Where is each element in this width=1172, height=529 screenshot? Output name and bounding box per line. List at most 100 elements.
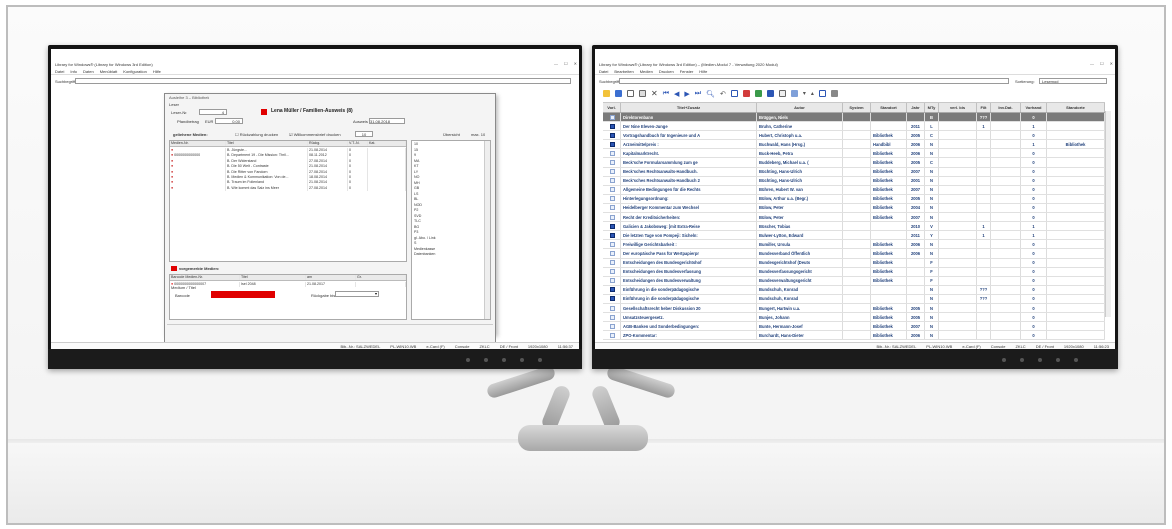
table-row[interactable]: Kapitalmarktrecht. Buck-Heeb, Petra Biblio… [603,149,1105,159]
overview-list[interactable]: 10 15 9 MA KT LY NO MH GB LS BL NOD P2 SVD TLC BG P3 gl. … [411,140,491,320]
right-menu-item[interactable]: Bearbeiten [614,69,633,74]
left-search-input[interactable] [75,78,571,84]
save-icon[interactable] [730,90,738,97]
return-date-select[interactable]: ▾ [335,291,379,297]
table-row[interactable]: AGB-Banken und Sonderbedingungen: Bunte, … [603,322,1105,332]
table-row[interactable]: Heidelberger Kommentar zum Wechsel Bülow,… [603,203,1105,214]
chart-icon[interactable] [742,90,750,97]
right-menu-item[interactable]: Drucken [659,69,674,74]
delete-icon[interactable]: ✕ [651,89,658,98]
table-row[interactable]: Hinterlegungsordnung: Bülow, Arthur u.a. … [603,194,1105,204]
column-header[interactable]: Inv.Dat. [991,103,1021,112]
book-icon[interactable] [615,90,622,97]
table-row[interactable]: Umsatzsteuergesetz. Bunjes, Johann Bibliot… [603,313,1105,323]
last-record-icon[interactable]: ⏭ [695,90,701,98]
table-row[interactable]: Einführung in die sonderpädagogische Bund… [603,294,1105,304]
column-header[interactable]: Medien-Nr. [170,141,226,147]
right-search-input[interactable] [619,78,1009,84]
column-header[interactable]: Autor [757,103,843,112]
previous-record-icon[interactable]: ◀ [674,90,679,98]
left-menu-item[interactable]: Hilfe [153,69,161,74]
new-icon[interactable] [627,90,634,97]
column-header[interactable]: Titel+Zusatz [621,103,757,112]
sort-icon[interactable]: ▴ [811,90,814,97]
right-window-controls[interactable]: — ☐ ✕ [1090,61,1113,66]
left-menu-item[interactable]: Konfiguration [123,69,147,74]
table-row[interactable]: Entscheidungen des Bundesverwaltung Bunde… [603,276,1105,286]
left-menu-item[interactable]: Datei [55,69,64,74]
column-header[interactable]: Titel [240,275,306,281]
table-row[interactable]: ● B. Wie kommt das Salz ins Meer 27.08.20… [170,185,406,192]
fee-input[interactable]: 0,00 [215,118,243,124]
column-header[interactable]: verl. bis [939,103,977,112]
column-header[interactable]: MTy [925,103,939,112]
card-input[interactable]: 31.08.2018 [369,118,405,124]
list-item[interactable]: Datenbanken [414,252,488,258]
column-header[interactable]: am [306,275,356,281]
table-row[interactable]: Direktorenbann Brüggen, Niels B??? 0 [603,113,1105,123]
column-header[interactable]: Titel [226,141,308,147]
count-input[interactable]: 10 [355,131,373,137]
undo-icon[interactable]: ↶ [720,90,726,98]
reader-no-input[interactable]: 4 [199,109,227,115]
left-menu-item[interactable]: Menüblatt [100,69,118,74]
sort-select[interactable]: Lesemod [1039,78,1107,84]
table-row[interactable]: Recht der Kreditsicherheiten: Bülow, Pete… [603,213,1105,223]
table-row[interactable]: Vortragshandbuch für Ingenieure und A Hub… [603,131,1105,141]
column-header[interactable]: Rückg. [308,141,348,147]
table-icon[interactable] [790,90,798,97]
right-menu-item[interactable]: Datei [599,69,608,74]
column-header[interactable]: Vorl. [603,103,621,112]
column-header[interactable]: System [843,103,871,112]
column-header[interactable]: Jahr [907,103,925,112]
right-menu-item[interactable]: Fenster [680,69,694,74]
search-icon[interactable]: 🔍︎ [706,90,715,98]
list-icon[interactable] [778,90,786,97]
right-menu-item[interactable]: Hilfe [699,69,707,74]
table-row[interactable]: Arzneimittelpreis : Buchwald, Hans (Hrsg.… [603,140,1105,150]
first-record-icon[interactable]: ⏮ [663,90,669,98]
table-row[interactable]: Einführung in die sonderpädagogische Bund… [603,285,1105,295]
table-row[interactable]: Entscheidungen des Bundesgerichtshof Bund… [603,258,1105,268]
tag-icon[interactable] [754,90,762,97]
calendar-icon[interactable] [818,90,826,97]
table-row[interactable]: Allgemeine Bedingungen für die Rechts Büh… [603,185,1105,195]
left-menubar[interactable]: Datei Info Daten Menüblatt Konfiguration… [51,69,579,75]
column-header[interactable]: Standorte [1047,103,1105,112]
table-row[interactable]: Entscheidungen des Bundesverfassung Bunde… [603,267,1105,277]
column-header[interactable]: V.T.-N. [348,141,368,147]
table-row[interactable]: Die letzten Tage von Pompeji: Sicheln: Bu… [603,231,1105,241]
print-icon[interactable] [830,90,838,97]
column-header[interactable]: Barcode Medien-Nr. [170,275,240,281]
left-window-controls[interactable]: — ☐ ✕ [554,61,577,66]
welcome-letter-checkbox[interactable]: ☑ Willkommensbrief drucken [289,132,341,137]
table-row[interactable]: Der europäische Pass für Wertpapierpr Bun… [603,249,1105,259]
receipt-checkbox[interactable]: ☐ Rückzahlung drucken [235,132,278,137]
table-row[interactable]: ZPO-Kommentar: Burchardt, Hans-Dieter Bibl… [603,331,1105,341]
next-record-icon[interactable]: ▶ [684,90,689,98]
table-row[interactable]: Beck'sches Rechtsanwalts-Handbuch. Büchti… [603,167,1105,177]
dropdown-icon[interactable]: ▾ [803,90,806,97]
table-row[interactable]: Galicien & Jakobsweg: [mit Extra-Reise Bü… [603,222,1105,232]
overview-scrollbar[interactable] [484,141,490,319]
table-row[interactable]: Freiwillige Gerichtsbarkeit : Bumiller, U… [603,240,1105,250]
folder-icon[interactable] [603,90,610,97]
column-header[interactable]: Filt [977,103,991,112]
copy-icon[interactable] [639,90,646,97]
filter-icon[interactable] [766,90,774,97]
grid-scrollbar[interactable] [1105,111,1111,317]
column-header[interactable]: Standort [871,103,907,112]
table-row[interactable]: Gesellschaftsrecht heber Diskussion 20 Bu… [603,303,1105,314]
column-header[interactable]: Vorhand [1021,103,1047,112]
table-row[interactable]: Beck'sches Rechtsanwalts-Handbuch 2 Bücht… [603,176,1105,186]
barcode-input[interactable] [211,291,275,298]
column-header[interactable]: Gr. [356,275,406,281]
table-row[interactable]: Der Nine Eleven-Junge Bruhn, Catherine 201… [603,122,1105,132]
left-menu-item[interactable]: Daten [83,69,94,74]
column-header[interactable]: Kat. [368,141,406,147]
right-menu-item[interactable]: Medien [640,69,653,74]
table-row[interactable]: ● 0000000000000007 Isel 2048 21.08.2017 [170,282,406,288]
right-menubar[interactable]: Datei Bearbeiten Medien Drucken Fenster … [595,69,1115,75]
left-menu-item[interactable]: Info [70,69,77,74]
table-row[interactable]: Beck'sche Formularsammlung zum ge Buddebe… [603,158,1105,168]
